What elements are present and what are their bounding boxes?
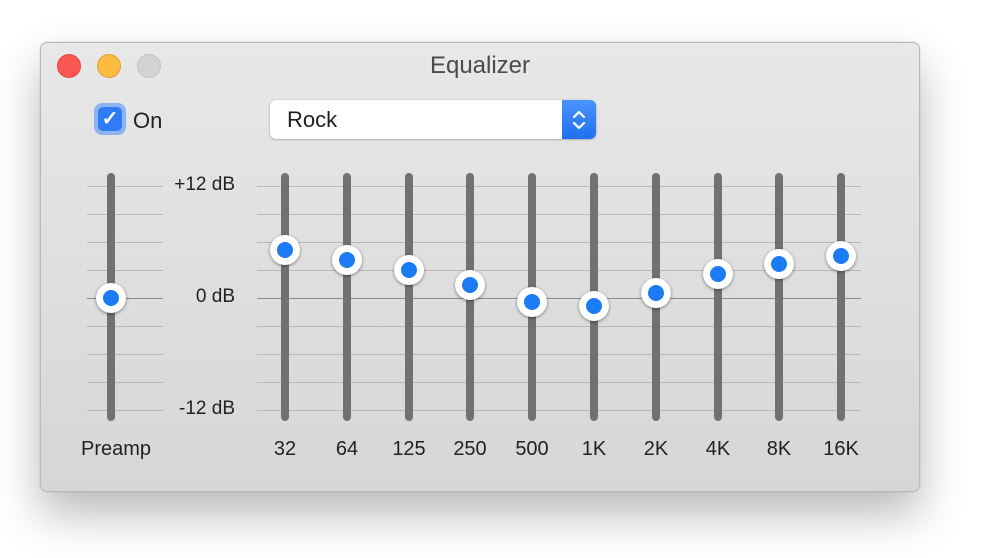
scale-label-top: +12 dB <box>174 174 235 195</box>
band-8k-slider-label: 8K <box>766 438 792 460</box>
band-4k-slider-knob[interactable] <box>703 258 733 289</box>
band-64-slider-label: 64 <box>335 438 359 460</box>
preamp-slider-label: Preamp <box>81 438 152 460</box>
gridline <box>87 382 163 383</box>
gridline <box>87 326 163 327</box>
scale-label-bottom: -12 dB <box>179 398 235 419</box>
equalizer-window: Equalizer ✓ On Rock +12 dB 0 dB -12 dB P… <box>40 42 920 492</box>
band-250-slider-knob[interactable] <box>455 269 485 300</box>
gridline <box>87 270 163 271</box>
band-16k-slider-knob[interactable] <box>826 241 856 271</box>
gridline <box>87 410 163 411</box>
band-500-slider-label: 500 <box>515 438 549 460</box>
band-64-slider-track[interactable] <box>343 173 351 421</box>
on-checkbox[interactable]: ✓ <box>94 103 126 135</box>
band-16k-slider-track[interactable] <box>837 173 845 421</box>
band-16k-slider-label: 16K <box>823 438 859 460</box>
chevron-up-down-icon <box>572 110 586 130</box>
preset-value: Rock <box>287 107 338 132</box>
on-label[interactable]: On <box>133 108 162 134</box>
window-title: Equalizer <box>429 52 531 79</box>
preamp-slider-knob[interactable] <box>96 283 126 313</box>
band-1k-slider-label: 1K <box>581 438 607 460</box>
band-8k-slider-knob[interactable] <box>764 249 794 280</box>
band-250-slider-label: 250 <box>453 438 487 460</box>
band-32-slider-label: 32 <box>273 438 297 460</box>
gridline <box>87 354 163 355</box>
band-500-slider-knob[interactable] <box>517 286 547 317</box>
band-2k-slider-label: 2K <box>643 438 669 460</box>
band-1k-slider-knob[interactable] <box>579 291 609 322</box>
band-125-slider-knob[interactable] <box>394 255 424 285</box>
gridline <box>87 186 163 187</box>
scale-label-zero: 0 dB <box>195 286 235 307</box>
gridline <box>87 214 163 215</box>
band-2k-slider-knob[interactable] <box>641 278 671 309</box>
band-8k-slider-track[interactable] <box>775 173 783 421</box>
preset-popup[interactable]: Rock <box>270 100 596 139</box>
band-4k-slider-label: 4K <box>705 438 731 460</box>
band-4k-slider-track[interactable] <box>714 173 722 421</box>
band-64-slider-knob[interactable] <box>332 244 362 275</box>
band-125-slider-track[interactable] <box>405 173 413 421</box>
band-32-slider-knob[interactable] <box>270 235 300 266</box>
preset-stepper[interactable] <box>562 100 596 139</box>
checkmark-icon: ✓ <box>98 107 122 131</box>
gridline <box>87 242 163 243</box>
band-125-slider-label: 125 <box>392 438 426 460</box>
band-32-slider-track[interactable] <box>281 173 289 421</box>
